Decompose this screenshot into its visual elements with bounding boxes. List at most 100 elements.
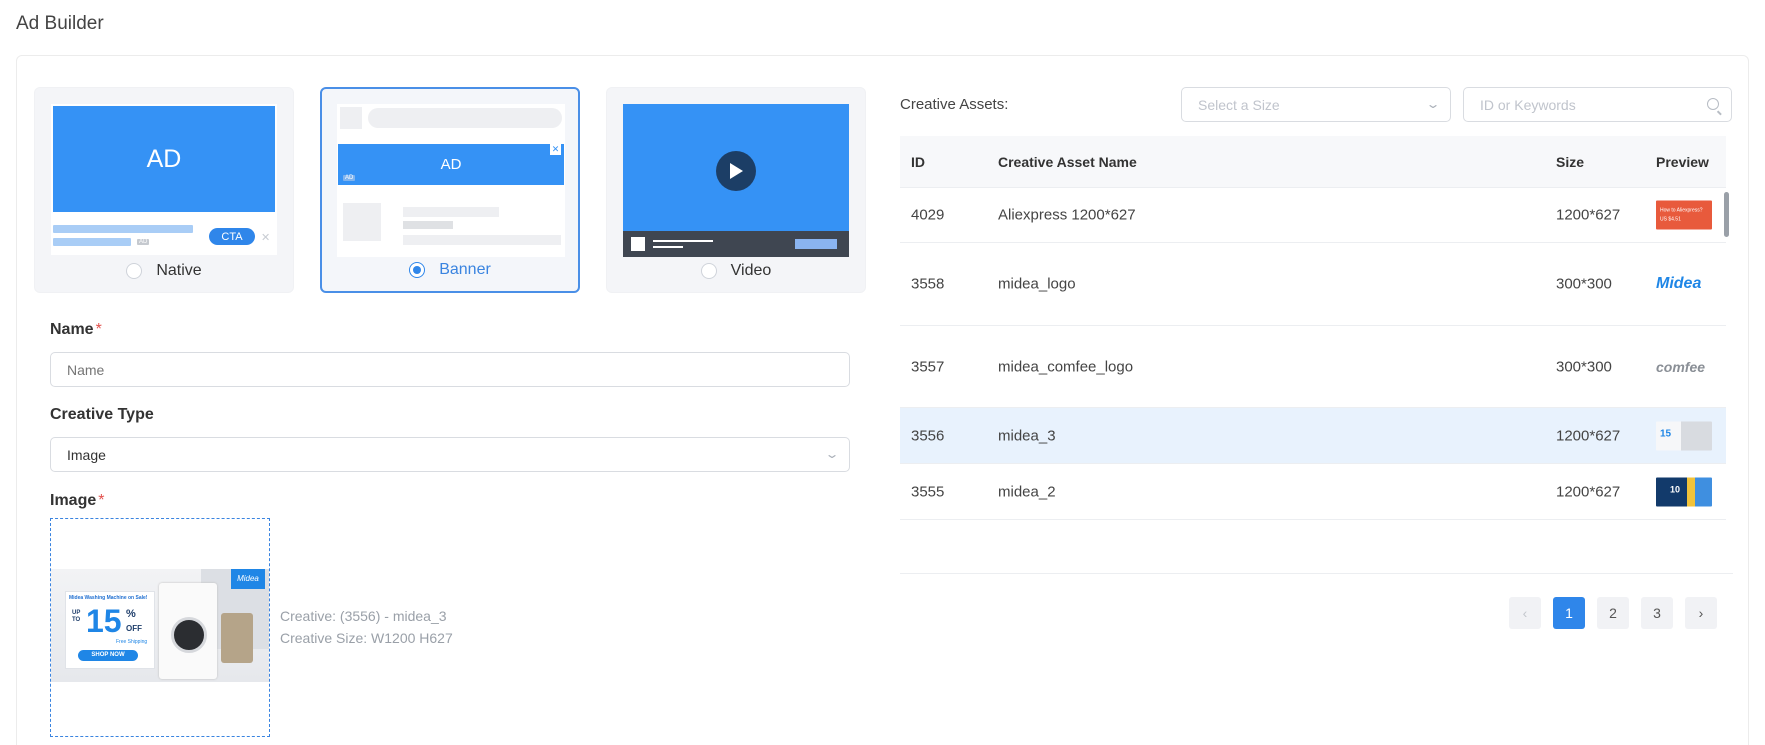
name-input[interactable] [50,352,850,387]
required-mark: * [98,492,105,509]
pagination-prev-button[interactable]: ‹ [1509,597,1541,629]
preview-percent: 15 [86,603,122,639]
preview-percent-sign: % [126,608,136,620]
table-row[interactable]: 3556 midea_3 1200*627 15 [900,408,1726,464]
banner-text-placeholder [403,207,499,217]
asset-name: midea_3 [998,427,1056,444]
format-label-banner: Banner [439,261,491,278]
video-illustration [623,104,849,257]
close-icon: ✕ [550,144,561,155]
preview-promo-card: Midea Washing Machine on Sale! UP TO 15 … [65,591,155,669]
banner-image-placeholder [343,203,381,241]
preview-brand-logo: Midea [231,569,265,589]
format-card-native[interactable]: AD AD CTA ✕ Native [34,87,294,293]
format-card-banner[interactable]: AD AD ✕ Banner [320,87,580,293]
format-option-video[interactable]: Video [607,262,865,280]
pagination-page-2[interactable]: 2 [1597,597,1629,629]
asset-id: 3557 [911,358,945,375]
asset-preview-thumbnail[interactable]: How to Aliexpress? US $4.51 [1656,200,1712,230]
table-header: ID Creative Asset Name Size Preview [900,136,1726,188]
chevron-down-icon: ⌄ [824,447,840,461]
creative-type-label: Creative Type [50,406,154,423]
radio-native[interactable] [126,263,143,279]
creative-size-info: Creative Size: W1200 H627 [280,630,453,646]
format-label-native: Native [156,262,202,279]
preview-off: OFF [126,624,142,633]
size-select-placeholder: Select a Size [1198,96,1280,113]
video-progress-line [653,240,713,242]
pagination-page-1[interactable]: 1 [1553,597,1585,629]
page-title: Ad Builder [16,13,104,34]
creative-id-info: Creative: (3556) - midea_3 [280,608,447,624]
asset-name: midea_logo [998,275,1076,293]
asset-preview-thumbnail[interactable]: Midea [1656,275,1701,293]
preview-free-shipping: Free Shipping [116,639,148,645]
radio-banner[interactable] [409,262,426,278]
image-label-text: Image [50,492,97,509]
size-select[interactable]: Select a Size ⌄ [1181,87,1451,122]
asset-name: midea_comfee_logo [998,358,1134,375]
table-row[interactable]: 3558 midea_logo 300*300 Midea [900,243,1726,326]
pagination-page-3[interactable]: 3 [1641,597,1673,629]
asset-size: 300*300 [1556,275,1612,293]
banner-thumb-placeholder [340,107,362,129]
table-row[interactable]: 4029 Aliexpress 1200*627 1200*627 How to… [900,188,1726,243]
asset-search-placeholder: ID or Keywords [1480,96,1576,113]
table-divider [900,573,1733,574]
native-cta: CTA [209,228,255,245]
name-label: Name * [50,321,102,339]
creative-type-value: Image [67,446,106,463]
search-icon[interactable] [1707,98,1719,110]
creative-preview-image: Midea Midea Washing Machine on Sale! UP … [51,569,269,682]
banner-text-placeholder [403,235,561,245]
play-icon [716,151,756,191]
format-card-video[interactable]: Video [606,87,866,293]
asset-id: 4029 [911,206,945,224]
format-option-banner[interactable]: Banner [322,261,578,279]
native-text-bar [53,238,131,246]
asset-size: 300*300 [1556,358,1612,375]
video-control-square [631,237,645,251]
pagination-next-button[interactable]: › [1685,597,1717,629]
name-label-text: Name [50,321,94,338]
preview-up-to: UP TO [72,610,81,623]
banner-ad-text: AD [440,156,462,173]
format-label-video: Video [730,262,772,279]
preview-machine-door [171,617,207,653]
video-progress-line [653,246,683,248]
asset-size: 1200*627 [1556,483,1621,500]
table-row[interactable]: 3557 midea_comfee_logo 300*300 comfee [900,326,1726,408]
image-upload-area[interactable]: Midea Midea Washing Machine on Sale! UP … [50,518,270,737]
asset-id: 3558 [911,275,945,293]
asset-search-input[interactable]: ID or Keywords [1463,87,1732,122]
asset-name: Aliexpress 1200*627 [998,206,1136,224]
column-header-name[interactable]: Creative Asset Name [998,154,1137,170]
column-header-size[interactable]: Size [1556,154,1584,170]
asset-preview-thumbnail[interactable]: 10 [1656,477,1712,506]
chevron-down-icon: ⌄ [1425,97,1441,111]
asset-id: 3555 [911,483,945,500]
format-option-native[interactable]: Native [35,262,293,280]
image-label: Image * [50,492,104,510]
table-scrollbar[interactable] [1724,192,1729,237]
close-icon: ✕ [261,232,271,244]
asset-id: 3556 [911,427,945,444]
asset-preview-thumbnail[interactable]: comfee [1656,359,1705,375]
asset-name: midea_2 [998,483,1056,500]
asset-size: 1200*627 [1556,206,1621,224]
banner-text-placeholder [403,221,453,229]
asset-size: 1200*627 [1556,427,1621,444]
creative-type-select[interactable]: Image ⌄ [50,437,850,472]
preview-washing-machine [159,583,217,679]
column-header-preview[interactable]: Preview [1656,154,1709,170]
column-header-id[interactable]: ID [911,154,925,170]
required-mark: * [95,321,102,338]
native-ad-block: AD [53,106,275,212]
radio-video[interactable] [700,263,717,279]
video-action-bar [795,239,837,249]
asset-preview-thumbnail[interactable]: 15 [1656,421,1712,450]
banner-ad-block: AD [338,144,564,185]
native-illustration: AD AD CTA ✕ [51,104,277,255]
table-row[interactable]: 3555 midea_2 1200*627 10 [900,464,1726,520]
creative-assets-label: Creative Assets: [900,96,1009,113]
